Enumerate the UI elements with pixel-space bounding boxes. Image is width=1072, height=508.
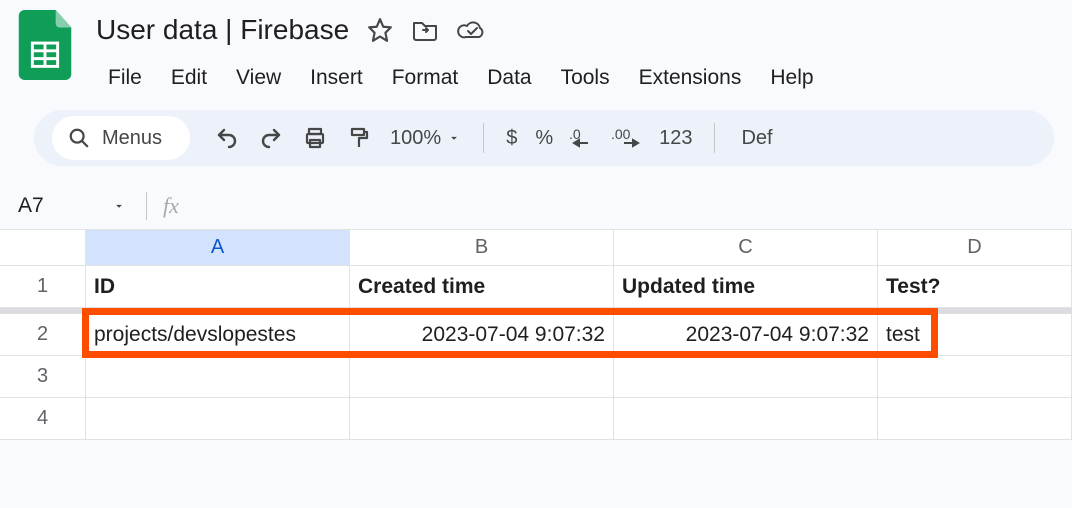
- menu-data[interactable]: Data: [475, 62, 543, 94]
- chevron-down-icon: [112, 199, 126, 213]
- zoom-value: 100%: [390, 127, 441, 150]
- row-head-1[interactable]: 1: [0, 266, 86, 308]
- font-family-dropdown[interactable]: Def: [735, 127, 778, 150]
- menu-insert[interactable]: Insert: [298, 62, 375, 94]
- spreadsheet-grid[interactable]: A B C D 1 ID Created time Updated time T…: [0, 230, 1072, 440]
- cell-b2[interactable]: 2023-07-04 9:07:32: [350, 314, 614, 356]
- cell-c1[interactable]: Updated time: [614, 266, 878, 308]
- undo-button[interactable]: [208, 119, 246, 157]
- move-icon[interactable]: [411, 18, 439, 42]
- formula-bar: A7 fx: [0, 182, 1072, 230]
- row-head-3[interactable]: 3: [0, 356, 86, 398]
- cell-c3[interactable]: [614, 356, 878, 398]
- row-head-2[interactable]: 2: [0, 314, 86, 356]
- cell-b1[interactable]: Created time: [350, 266, 614, 308]
- col-head-b[interactable]: B: [350, 230, 614, 266]
- cell-a2[interactable]: projects/devslopestes: [86, 314, 350, 356]
- paint-format-button[interactable]: [340, 119, 378, 157]
- cell-a3[interactable]: [86, 356, 350, 398]
- cell-d1[interactable]: Test?: [878, 266, 1072, 308]
- menu-view[interactable]: View: [224, 62, 293, 94]
- redo-button[interactable]: [252, 119, 290, 157]
- cell-d4[interactable]: [878, 398, 1072, 440]
- header: User data | Firebase: [0, 0, 1072, 102]
- cell-b3[interactable]: [350, 356, 614, 398]
- cell-a4[interactable]: [86, 398, 350, 440]
- svg-text:.00: .00: [611, 126, 631, 142]
- name-box[interactable]: A7: [10, 182, 136, 229]
- star-icon[interactable]: [367, 17, 393, 43]
- name-box-value: A7: [18, 194, 44, 218]
- column-header-row: A B C D: [0, 230, 1072, 266]
- fx-label: fx: [163, 193, 179, 219]
- title-block: User data | Firebase: [96, 10, 1054, 94]
- col-head-c[interactable]: C: [614, 230, 878, 266]
- toolbar-separator: [483, 123, 484, 153]
- formula-separator: [146, 192, 147, 220]
- menu-help[interactable]: Help: [758, 62, 825, 94]
- cell-b4[interactable]: [350, 398, 614, 440]
- increase-decimal-button[interactable]: .00: [609, 119, 647, 157]
- menus-label: Menus: [102, 127, 162, 150]
- app-root: User data | Firebase: [0, 0, 1072, 508]
- cloud-saved-icon[interactable]: [457, 18, 487, 42]
- col-head-d[interactable]: D: [878, 230, 1072, 266]
- row-2: 2 projects/devslopestes 2023-07-04 9:07:…: [0, 314, 1072, 356]
- cell-d2[interactable]: test: [878, 314, 1072, 356]
- col-head-a[interactable]: A: [86, 230, 350, 266]
- decrease-decimal-button[interactable]: .0: [565, 119, 603, 157]
- row-head-4[interactable]: 4: [0, 398, 86, 440]
- number-format-button[interactable]: 123: [653, 127, 698, 150]
- title-row: User data | Firebase: [96, 10, 1054, 50]
- menu-file[interactable]: File: [96, 62, 154, 94]
- menus-search[interactable]: Menus: [52, 116, 190, 160]
- cell-d3[interactable]: [878, 356, 1072, 398]
- menu-format[interactable]: Format: [380, 62, 471, 94]
- menu-tools[interactable]: Tools: [549, 62, 622, 94]
- cell-a1[interactable]: ID: [86, 266, 350, 308]
- zoom-dropdown[interactable]: 100%: [384, 127, 467, 150]
- menu-bar: File Edit View Insert Format Data Tools …: [96, 62, 1054, 94]
- cell-c4[interactable]: [614, 398, 878, 440]
- toolbar-separator-2: [714, 123, 715, 153]
- row-3: 3: [0, 356, 1072, 398]
- currency-button[interactable]: $: [500, 127, 523, 150]
- select-all-corner[interactable]: [0, 230, 86, 266]
- percent-button[interactable]: %: [529, 127, 559, 150]
- sheets-logo[interactable]: [18, 10, 72, 80]
- print-button[interactable]: [296, 119, 334, 157]
- toolbar: Menus 100% $ % .0 .00 123 Def: [34, 110, 1054, 166]
- row-4: 4: [0, 398, 1072, 440]
- menu-edit[interactable]: Edit: [159, 62, 219, 94]
- document-title[interactable]: User data | Firebase: [96, 14, 349, 46]
- cell-c2[interactable]: 2023-07-04 9:07:32: [614, 314, 878, 356]
- menu-extensions[interactable]: Extensions: [627, 62, 754, 94]
- row-1: 1 ID Created time Updated time Test?: [0, 266, 1072, 308]
